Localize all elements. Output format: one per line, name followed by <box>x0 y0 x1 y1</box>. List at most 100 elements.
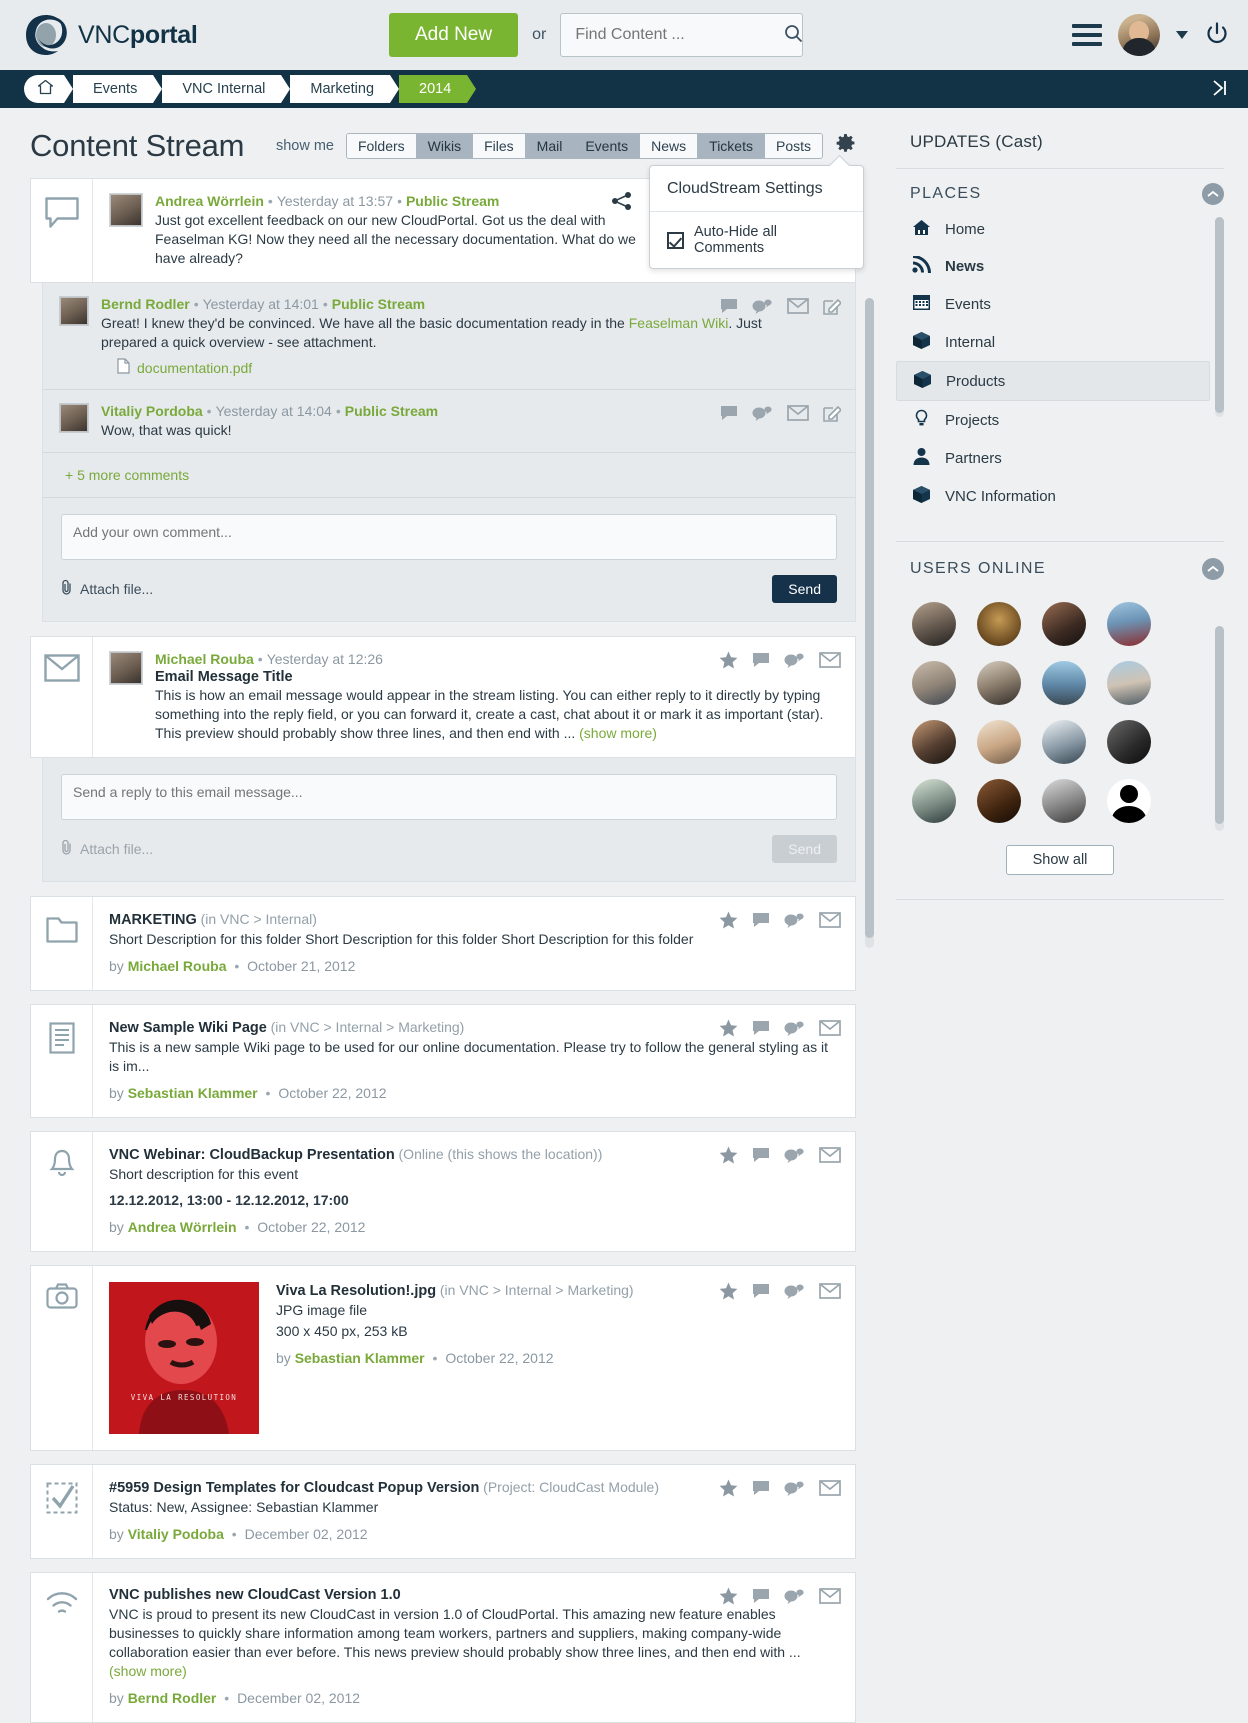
star-icon[interactable] <box>719 1479 738 1500</box>
item-author[interactable]: Vitaliy Podoba <box>128 1526 224 1542</box>
tab-tickets[interactable]: Tickets <box>698 134 765 158</box>
chevron-up-icon[interactable] <box>1202 183 1224 205</box>
email-reply-input[interactable] <box>61 774 837 820</box>
avatar[interactable] <box>1107 602 1151 646</box>
avatar[interactable] <box>977 720 1021 764</box>
tab-wikis[interactable]: Wikis <box>416 134 474 158</box>
avatar[interactable] <box>977 661 1021 705</box>
comment-author[interactable]: Vitaliy Pordoba <box>101 403 203 419</box>
email-author[interactable]: Michael Rouba <box>155 651 254 667</box>
avatar[interactable] <box>1042 779 1086 823</box>
search-input[interactable] <box>573 25 785 45</box>
item-title[interactable]: VNC publishes new CloudCast Version 1.0 <box>109 1587 401 1603</box>
mail-icon[interactable] <box>819 912 841 931</box>
avatar[interactable] <box>1107 720 1151 764</box>
tab-posts[interactable]: Posts <box>764 134 822 158</box>
item-title[interactable]: Viva La Resolution!.jpg <box>276 1283 436 1299</box>
sidebar-item-events[interactable]: Events <box>896 285 1210 323</box>
sidebar-item-projects[interactable]: Projects <box>896 401 1210 439</box>
item-author[interactable]: Andrea Wörrlein <box>128 1219 237 1235</box>
comment-icon[interactable] <box>752 912 770 931</box>
tab-events[interactable]: Events <box>574 134 641 158</box>
show-all-users-button[interactable]: Show all <box>1005 845 1115 875</box>
mail-icon[interactable] <box>819 1283 841 1302</box>
item-title[interactable]: New Sample Wiki Page <box>109 1020 267 1036</box>
comment-icon[interactable] <box>752 1588 770 1607</box>
search-icon[interactable] <box>784 24 803 46</box>
cast-icon[interactable] <box>752 405 773 425</box>
search-box[interactable] <box>560 13 804 57</box>
avatar[interactable] <box>977 602 1021 646</box>
send-comment-button[interactable]: Send <box>772 575 837 603</box>
breadcrumb-item-active[interactable]: 2014 <box>399 75 477 103</box>
comment-author[interactable]: Bernd Rodler <box>101 296 190 312</box>
share-icon[interactable] <box>611 191 633 214</box>
image-thumbnail[interactable]: VIVA LA RESOLUTION <box>109 1282 259 1434</box>
hamburger-menu-icon[interactable] <box>1072 24 1102 46</box>
item-author[interactable]: Sebastian Klammer <box>128 1085 258 1101</box>
auto-hide-checkbox[interactable] <box>667 231 684 249</box>
sidebar-item-partners[interactable]: Partners <box>896 439 1210 477</box>
mail-icon[interactable] <box>819 1147 841 1166</box>
mail-icon[interactable] <box>819 1480 841 1499</box>
comment-stream[interactable]: Public Stream <box>345 403 438 419</box>
item-title[interactable]: MARKETING <box>109 912 197 928</box>
item-title[interactable]: #5959 Design Templates for Cloudcast Pop… <box>109 1480 479 1496</box>
tab-mail[interactable]: Mail <box>525 134 575 158</box>
attachment-link[interactable]: documentation.pdf <box>137 360 252 376</box>
avatar[interactable] <box>1042 661 1086 705</box>
add-new-button[interactable]: Add New <box>389 13 519 57</box>
comment-stream[interactable]: Public Stream <box>332 296 425 312</box>
cast-icon[interactable] <box>784 1283 805 1303</box>
comment-icon[interactable] <box>752 652 770 671</box>
breadcrumb-item-vnc-internal[interactable]: VNC Internal <box>162 75 291 103</box>
comment-attachment[interactable]: documentation.pdf <box>101 358 839 377</box>
power-icon[interactable] <box>1204 21 1230 50</box>
item-title[interactable]: VNC Webinar: CloudBackup Presentation <box>109 1147 395 1163</box>
cast-icon[interactable] <box>752 298 773 318</box>
email-show-more-link[interactable]: (show more) <box>579 725 657 741</box>
avatar[interactable] <box>912 720 956 764</box>
breadcrumb-item-marketing[interactable]: Marketing <box>290 75 399 103</box>
users-scrollbar[interactable] <box>1215 626 1224 831</box>
cast-icon[interactable] <box>784 1147 805 1167</box>
star-icon[interactable] <box>719 1282 738 1303</box>
star-icon[interactable] <box>719 1019 738 1040</box>
item-author[interactable]: Sebastian Klammer <box>295 1350 425 1366</box>
cast-icon[interactable] <box>784 912 805 932</box>
avatar[interactable] <box>912 779 956 823</box>
cast-icon[interactable] <box>784 1480 805 1500</box>
star-icon[interactable] <box>719 911 738 932</box>
avatar[interactable] <box>1107 779 1151 823</box>
sidebar-item-news[interactable]: News <box>896 248 1210 285</box>
comment-icon[interactable] <box>752 1020 770 1039</box>
attach-file-button[interactable]: Attach file... <box>61 839 153 859</box>
mail-icon[interactable] <box>787 298 809 317</box>
user-avatar[interactable] <box>1118 14 1160 56</box>
sidebar-item-vnc-information[interactable]: VNC Information <box>896 477 1210 515</box>
sidebar-item-home[interactable]: Home <box>896 211 1210 248</box>
more-comments-link[interactable]: + 5 more comments <box>43 453 855 498</box>
main-scrollbar[interactable] <box>865 298 874 948</box>
star-icon[interactable] <box>719 1146 738 1167</box>
auto-hide-comments-row[interactable]: Auto-Hide all Comments <box>650 212 863 268</box>
star-icon[interactable] <box>719 1587 738 1608</box>
sidebar-item-internal[interactable]: Internal <box>896 323 1210 361</box>
brand-logo[interactable]: VNCportal <box>24 13 324 57</box>
tab-folders[interactable]: Folders <box>346 134 417 158</box>
mail-icon[interactable] <box>819 652 841 671</box>
comment-icon[interactable] <box>752 1147 770 1166</box>
avatar[interactable] <box>912 661 956 705</box>
comment-icon[interactable] <box>752 1283 770 1302</box>
collapse-right-icon[interactable] <box>1206 77 1230 102</box>
edit-icon[interactable] <box>823 404 843 425</box>
item-author[interactable]: Bernd Rodler <box>128 1690 217 1706</box>
news-show-more-link[interactable]: (show more) <box>109 1663 187 1679</box>
comment-icon[interactable] <box>752 1480 770 1499</box>
cast-icon[interactable] <box>784 652 805 672</box>
avatar[interactable] <box>1042 602 1086 646</box>
star-icon[interactable] <box>719 651 738 672</box>
avatar[interactable] <box>1107 661 1151 705</box>
breadcrumb-item-events[interactable]: Events <box>73 75 163 103</box>
comment-icon[interactable] <box>720 405 738 424</box>
